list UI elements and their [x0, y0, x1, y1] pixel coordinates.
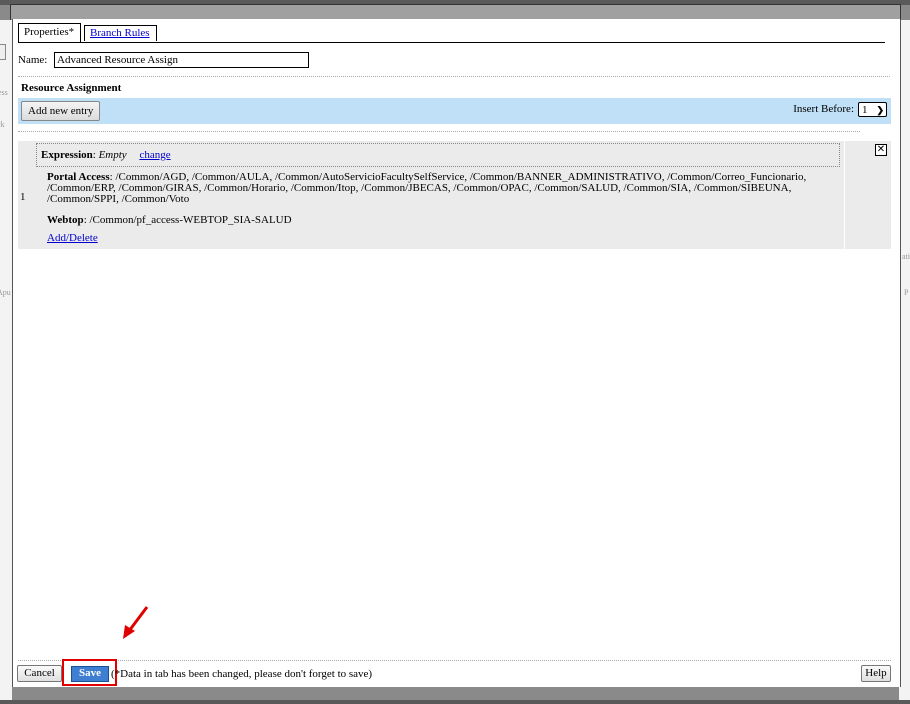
divider: [18, 660, 891, 661]
expression-value: Empty: [98, 149, 127, 161]
background-text: Apu: [0, 288, 11, 297]
table-row: 1 Expression: Empty change Portal Access…: [18, 141, 891, 249]
help-button[interactable]: Help: [861, 665, 891, 682]
insert-before-label: Insert Before:: [793, 103, 854, 115]
name-label: Name:: [18, 54, 48, 66]
entry-body: Expression: Empty change Portal Access: …: [32, 141, 844, 249]
add-new-entry-button[interactable]: Add new entry: [21, 101, 101, 121]
row-number: 1: [20, 191, 26, 203]
webtop: Webtop: /Common/pf_access-WEBTOP_SIA-SAL…: [47, 214, 292, 226]
expression-label: Expression: [41, 149, 93, 161]
save-highlight: Save: [62, 659, 117, 686]
chevron-down-icon: ❯: [876, 105, 884, 115]
background-text: ck: [0, 120, 5, 129]
portal-access: Portal Access: /Common/AGD, /Common/AULA…: [47, 171, 807, 205]
background-text: P: [904, 288, 909, 297]
background-button: [0, 44, 6, 60]
expression-box: Expression: Empty change: [36, 143, 840, 167]
red-arrow-icon: [123, 606, 149, 639]
tab-properties[interactable]: Properties*: [18, 23, 81, 42]
dialog-titlebar: [10, 4, 901, 20]
insert-before-select[interactable]: 1 ❯: [858, 102, 887, 117]
tab-properties-label: Properties*: [24, 26, 75, 38]
cancel-button[interactable]: Cancel: [17, 665, 62, 682]
webtop-value: /Common/pf_access-WEBTOP_SIA-SALUD: [89, 214, 292, 226]
delete-cell: ✕: [844, 141, 892, 249]
name-input[interactable]: Advanced Resource Assign: [54, 52, 309, 68]
divider: [18, 76, 890, 77]
background-page-left: ess ck s Apu: [0, 20, 12, 700]
divider: [18, 131, 860, 132]
close-x-icon[interactable]: ✕: [875, 144, 887, 156]
resource-toolbar: Add new entry Insert Before: 1 ❯: [18, 98, 891, 124]
portal-access-value: /Common/AGD, /Common/AULA, /Common/AutoS…: [47, 171, 807, 205]
webtop-label: Webtop: [47, 214, 84, 226]
bottom-window-bar: [0, 700, 910, 704]
section-title: Resource Assignment: [21, 82, 122, 94]
insert-before-value: 1: [862, 104, 868, 116]
resource-assign-dialog: Properties* Branch Rules Name: Advanced …: [12, 19, 901, 687]
name-row: Name: Advanced Resource Assign: [18, 52, 309, 68]
change-link[interactable]: change: [139, 149, 170, 161]
tab-bar: Properties* Branch Rules: [18, 23, 885, 43]
unsaved-note: (*Data in tab has been changed, please d…: [111, 668, 373, 680]
tab-branch-rules[interactable]: Branch Rules: [84, 25, 157, 41]
tab-branch-rules-link[interactable]: Branch Rules: [90, 27, 150, 39]
save-button[interactable]: Save: [71, 666, 109, 682]
background-text: ess: [0, 88, 8, 97]
add-delete-link[interactable]: Add/Delete: [47, 232, 98, 244]
background-text: ati: [902, 252, 910, 261]
